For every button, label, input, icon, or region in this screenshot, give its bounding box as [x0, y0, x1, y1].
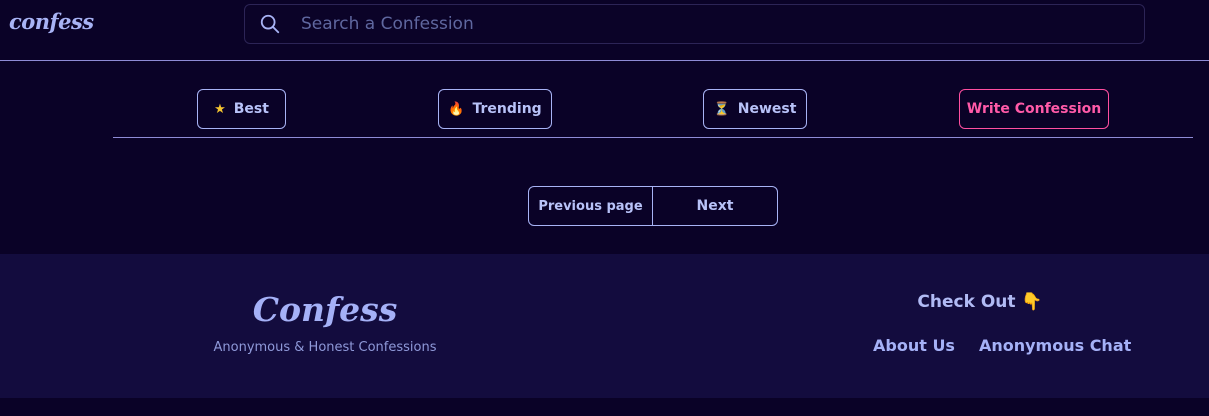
next-page-button[interactable]: Next	[653, 187, 777, 225]
search-input[interactable]	[301, 5, 1121, 43]
previous-page-button[interactable]: Previous page	[529, 187, 653, 225]
filter-best-label: Best	[233, 101, 269, 117]
filter-best-button[interactable]: ★ Best	[197, 89, 286, 129]
filter-newest-button[interactable]: ⏳ Newest	[703, 89, 807, 129]
hourglass-icon: ⏳	[713, 101, 730, 117]
fire-icon: 🔥	[448, 101, 465, 117]
pagination: Previous page Next	[528, 186, 778, 226]
filter-trending-button[interactable]: 🔥 Trending	[438, 89, 552, 129]
about-us-link[interactable]: About Us	[873, 336, 955, 355]
site-logo[interactable]: confess	[9, 9, 94, 34]
top-bar: confess	[0, 0, 1209, 61]
filter-newest-label: Newest	[737, 101, 797, 117]
search-bar[interactable]	[244, 4, 1145, 44]
filter-trending-label: Trending	[472, 101, 542, 117]
footer: Confess Anonymous & Honest Confessions C…	[0, 254, 1209, 398]
footer-links: About Us Anonymous Chat	[873, 336, 1131, 355]
footer-tagline: Anonymous & Honest Confessions	[213, 340, 437, 355]
anonymous-chat-link[interactable]: Anonymous Chat	[979, 336, 1131, 355]
write-confession-button[interactable]: Write Confession	[959, 89, 1109, 129]
filter-divider	[113, 137, 1193, 138]
search-icon	[260, 14, 280, 34]
write-confession-label: Write Confession	[966, 101, 1102, 117]
star-icon: ★	[214, 101, 226, 117]
check-out-heading: Check Out 👇	[917, 292, 1043, 312]
footer-brand: Confess	[252, 290, 398, 329]
